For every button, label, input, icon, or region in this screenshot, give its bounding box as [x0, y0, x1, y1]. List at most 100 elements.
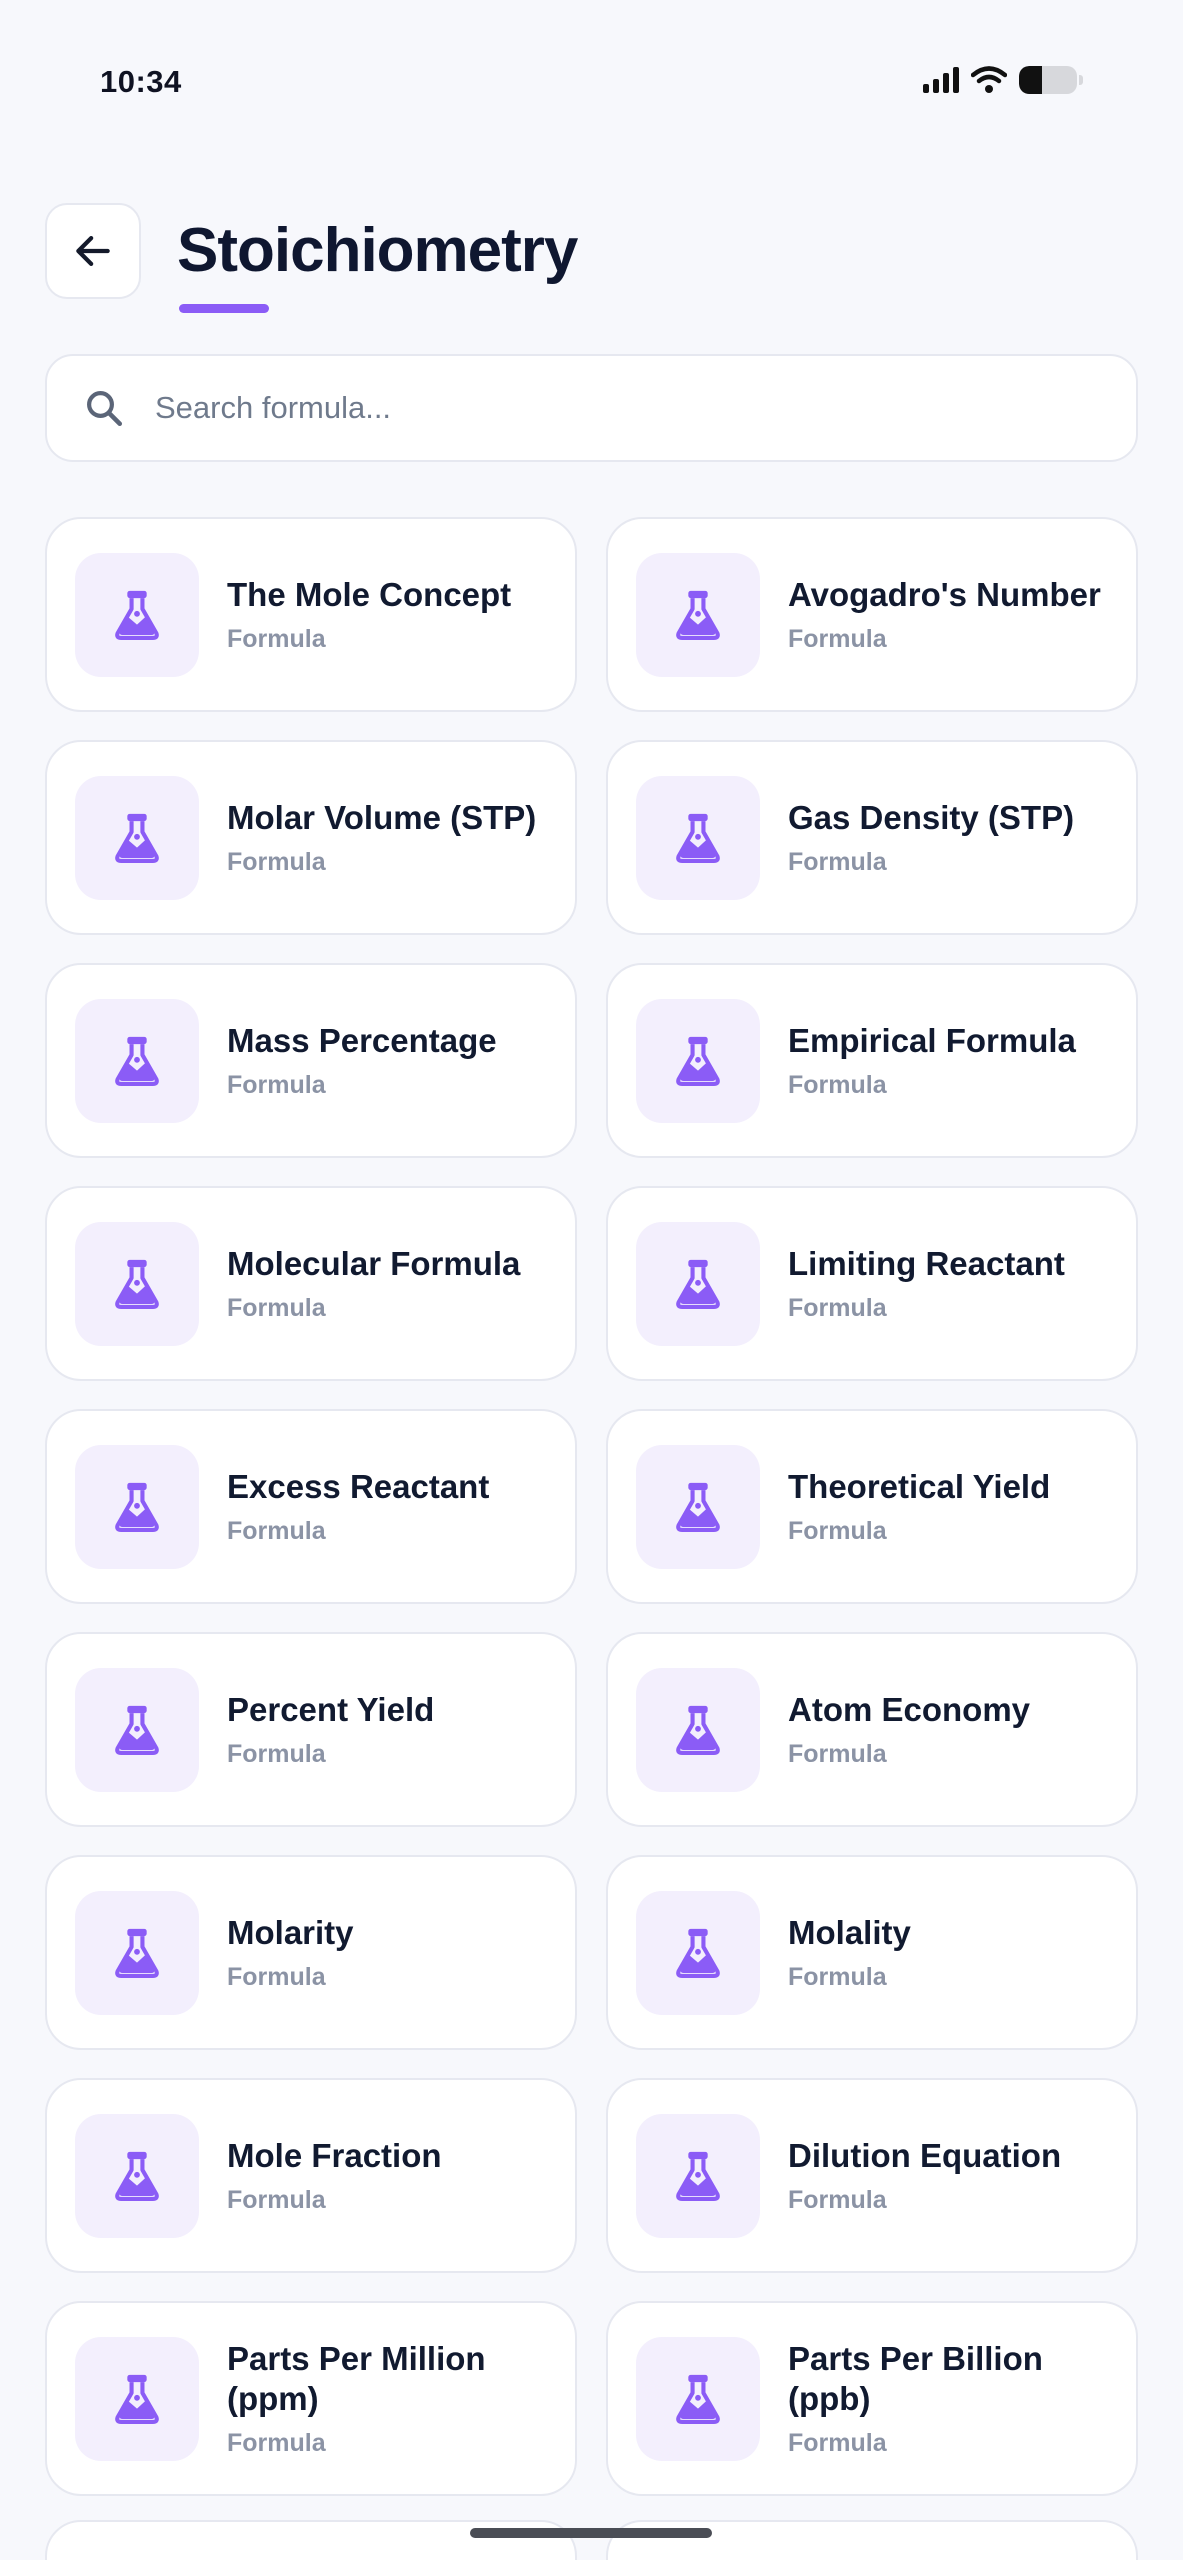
formula-card[interactable]: Limiting Reactant Formula — [606, 1186, 1138, 1381]
header: Stoichiometry — [45, 203, 578, 313]
formula-title: Percent Yield — [227, 1691, 435, 1728]
page-title: Stoichiometry — [177, 216, 578, 285]
formula-card[interactable]: Theoretical Yield Formula — [606, 1409, 1138, 1604]
formula-title: The Mole Concept — [227, 576, 512, 613]
formula-subtitle: Formula — [227, 2186, 326, 2214]
formula-title: Dilution Equation — [788, 2137, 1062, 2174]
formula-card[interactable]: Gas Density (STP) Formula — [606, 740, 1138, 935]
formula-title: Empirical Formula — [788, 1022, 1076, 1059]
flask-icon — [636, 1667, 760, 1792]
card-text: Molar Volume (STP) Formula — [227, 798, 536, 877]
card-text: Avogadro's Number Formula — [788, 575, 1101, 654]
flask-icon — [636, 1444, 760, 1569]
partial-card[interactable] — [606, 2520, 1138, 2560]
formula-subtitle: Formula — [227, 1963, 326, 1991]
title-underline — [179, 304, 269, 313]
flask-icon — [636, 775, 760, 900]
card-text: Theoretical Yield Formula — [788, 1467, 1050, 1546]
flask-icon — [75, 1444, 199, 1569]
card-text: Parts Per Billion (ppb) Formula — [788, 2339, 1118, 2458]
battery-tip — [1079, 75, 1083, 85]
flask-icon — [75, 2113, 199, 2238]
card-text: Gas Density (STP) Formula — [788, 798, 1074, 877]
search-icon — [87, 391, 123, 427]
formula-card[interactable]: Parts Per Million (ppm) Formula — [45, 2301, 577, 2496]
flask-icon — [75, 775, 199, 900]
search-box[interactable] — [45, 354, 1138, 462]
search-input[interactable] — [155, 390, 1055, 426]
card-text: Parts Per Million (ppm) Formula — [227, 2339, 557, 2458]
formula-subtitle: Formula — [788, 1740, 887, 1768]
formula-title: Mole Fraction — [227, 2137, 442, 2174]
formula-subtitle: Formula — [227, 1071, 326, 1099]
flask-icon — [636, 552, 760, 677]
formula-subtitle: Formula — [227, 1294, 326, 1322]
arrow-left-icon — [76, 236, 110, 266]
flask-icon — [75, 2336, 199, 2461]
home-indicator — [470, 2528, 712, 2538]
formula-subtitle: Formula — [788, 625, 887, 653]
formula-card[interactable]: Avogadro's Number Formula — [606, 517, 1138, 712]
card-text: Dilution Equation Formula — [788, 2136, 1061, 2215]
formula-title: Parts Per Billion (ppb) — [788, 2340, 1043, 2417]
flask-icon — [75, 1890, 199, 2015]
formula-card[interactable]: Percent Yield Formula — [45, 1632, 577, 1827]
flask-icon — [75, 1221, 199, 1346]
formula-title: Molecular Formula — [227, 1245, 521, 1282]
formula-subtitle: Formula — [788, 1963, 887, 1991]
formula-card[interactable]: Excess Reactant Formula — [45, 1409, 577, 1604]
formula-card[interactable]: Dilution Equation Formula — [606, 2078, 1138, 2273]
formula-title: Avogadro's Number — [788, 576, 1101, 613]
cellular-signal-icon — [923, 67, 959, 93]
formula-card[interactable]: Molar Volume (STP) Formula — [45, 740, 577, 935]
card-text: Empirical Formula Formula — [788, 1021, 1076, 1100]
flask-icon — [636, 1890, 760, 2015]
formula-card[interactable]: Molality Formula — [606, 1855, 1138, 2050]
flask-icon — [636, 998, 760, 1123]
card-text: Mole Fraction Formula — [227, 2136, 442, 2215]
status-icons — [923, 66, 1083, 94]
formula-title: Theoretical Yield — [788, 1468, 1051, 1505]
formula-title: Excess Reactant — [227, 1468, 490, 1505]
formula-card[interactable]: Mass Percentage Formula — [45, 963, 577, 1158]
formula-card[interactable]: Molarity Formula — [45, 1855, 577, 2050]
formula-title: Parts Per Million (ppm) — [227, 2340, 486, 2417]
formula-title: Limiting Reactant — [788, 1245, 1065, 1282]
formula-subtitle: Formula — [788, 2429, 887, 2457]
partial-card[interactable] — [45, 2520, 577, 2560]
formula-card[interactable]: Empirical Formula Formula — [606, 963, 1138, 1158]
card-text: Molality Formula — [788, 1913, 911, 1992]
flask-icon — [75, 552, 199, 677]
card-text: Molecular Formula Formula — [227, 1244, 520, 1323]
wifi-icon — [971, 66, 1007, 93]
formula-subtitle: Formula — [788, 1517, 887, 1545]
status-bar: 10:34 — [0, 0, 1183, 170]
formula-title: Mass Percentage — [227, 1022, 497, 1059]
formula-subtitle: Formula — [227, 2429, 326, 2457]
flask-icon — [636, 2113, 760, 2238]
formula-card[interactable]: Parts Per Billion (ppb) Formula — [606, 2301, 1138, 2496]
formula-title: Molality — [788, 1914, 911, 1951]
formula-subtitle: Formula — [788, 848, 887, 876]
formula-card[interactable]: The Mole Concept Formula — [45, 517, 577, 712]
formula-title: Gas Density (STP) — [788, 799, 1075, 836]
formula-card[interactable]: Molecular Formula Formula — [45, 1186, 577, 1381]
formula-card[interactable]: Mole Fraction Formula — [45, 2078, 577, 2273]
card-text: Atom Economy Formula — [788, 1690, 1030, 1769]
formula-subtitle: Formula — [227, 1517, 326, 1545]
status-time: 10:34 — [100, 64, 182, 99]
formula-card[interactable]: Atom Economy Formula — [606, 1632, 1138, 1827]
formula-subtitle: Formula — [788, 1071, 887, 1099]
formula-title: Molarity — [227, 1914, 354, 1951]
formula-subtitle: Formula — [227, 1740, 326, 1768]
flask-icon — [636, 2336, 760, 2461]
formula-grid: The Mole Concept Formula Avogadro's Number… — [45, 517, 1138, 2496]
formula-subtitle: Formula — [227, 625, 326, 653]
formula-subtitle: Formula — [227, 848, 326, 876]
formula-title: Molar Volume (STP) — [227, 799, 537, 836]
back-button[interactable] — [45, 203, 141, 299]
card-text: Limiting Reactant Formula — [788, 1244, 1065, 1323]
flask-icon — [75, 1667, 199, 1792]
card-text: Percent Yield Formula — [227, 1690, 434, 1769]
formula-subtitle: Formula — [788, 2186, 887, 2214]
